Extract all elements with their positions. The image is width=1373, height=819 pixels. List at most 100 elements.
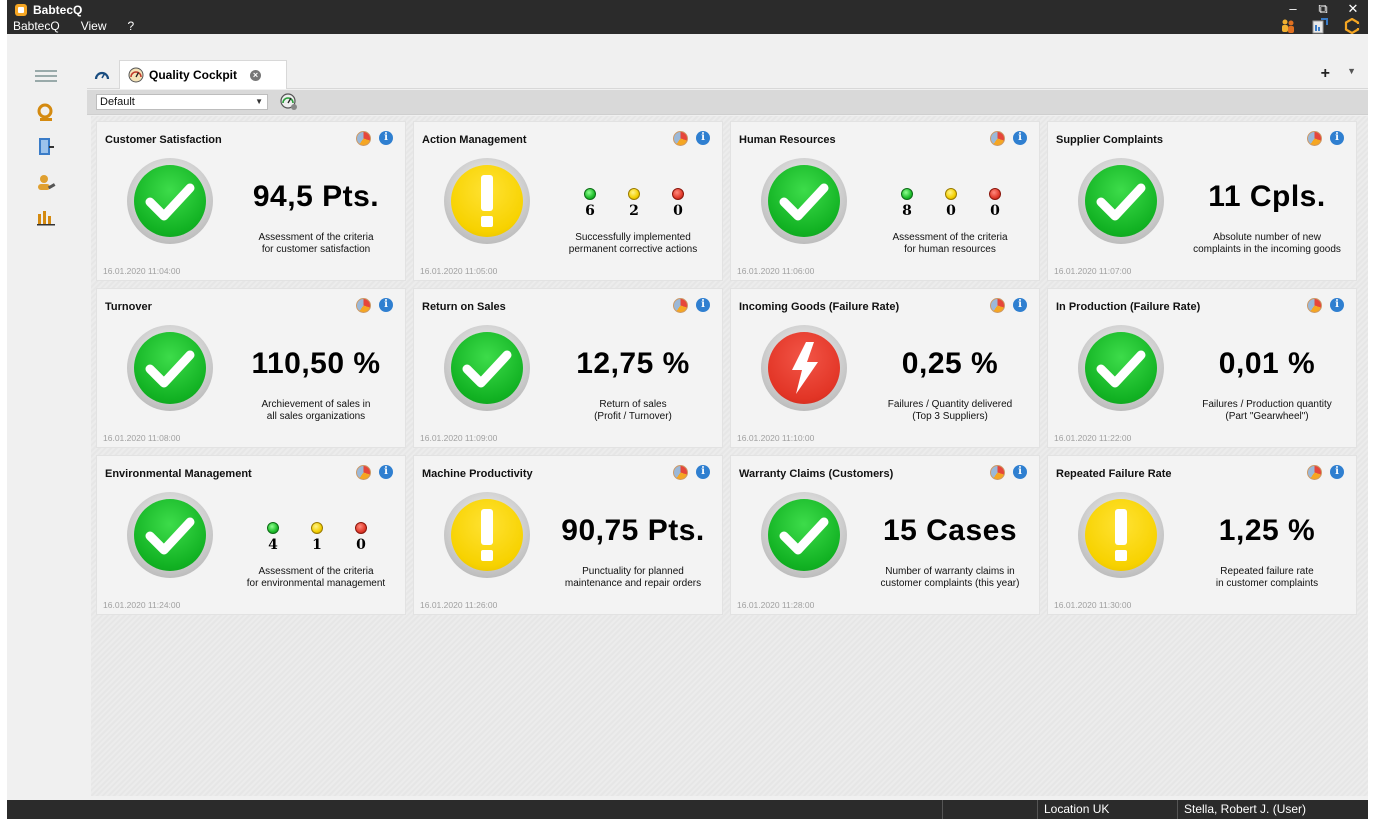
tile-title: Return on Sales (422, 301, 506, 313)
info-icon[interactable]: i (1330, 465, 1344, 479)
top-right-icons (1278, 18, 1362, 34)
status-indicator-ok (444, 325, 530, 411)
kpi-value: 110,50 % (251, 347, 381, 380)
info-icon[interactable]: i (379, 131, 393, 145)
pie-chart-icon[interactable] (1307, 131, 1322, 146)
pie-chart-icon[interactable] (990, 131, 1005, 146)
tile-description-line: for customer satisfaction (261, 244, 371, 255)
kpi-tile[interactable]: Turnover i 110,50 % Archievement of sales… (96, 288, 406, 448)
status-indicator-ok (1078, 325, 1164, 411)
kpi-tile[interactable]: Action Management i 6 2 0 Successfully i… (413, 121, 723, 281)
minimize-button[interactable]: – (1278, 0, 1308, 18)
green-dot-icon (901, 188, 913, 200)
kpi-tile[interactable]: In Production (Failure Rate) i 0,01 % Fai… (1047, 288, 1357, 448)
pie-chart-icon[interactable] (990, 465, 1005, 480)
tile-timestamp: 16.01.2020 11:28:00 (737, 600, 815, 610)
view-select[interactable]: Default ▼ (96, 94, 268, 110)
tile-timestamp: 16.01.2020 11:06:00 (737, 266, 815, 276)
kpi-value: 1,25 % (1218, 514, 1316, 547)
info-icon[interactable]: i (1330, 298, 1344, 312)
kpi-value: 0,25 % (901, 347, 999, 380)
user-edit-icon[interactable] (35, 172, 57, 194)
info-icon[interactable]: i (379, 465, 393, 479)
tile-actions: i (1307, 131, 1344, 146)
tab-close-icon[interactable]: × (250, 69, 262, 81)
cockpit-settings-icon[interactable] (280, 93, 298, 111)
kpi-tile[interactable]: Warranty Claims (Customers) i 15 Cases Nu… (730, 455, 1040, 615)
red-dot-icon (355, 522, 367, 534)
tile-title: Action Management (422, 134, 527, 146)
tile-description-line: for environmental management (246, 578, 386, 589)
pie-chart-icon[interactable] (673, 131, 688, 146)
menu-bar: BabtecQ View ? (10, 19, 152, 34)
kpi-tile[interactable]: Customer Satisfaction i 94,5 Pts. Assessm… (96, 121, 406, 281)
kpi-tile[interactable]: Incoming Goods (Failure Rate) i 0,25 % Fa… (730, 288, 1040, 448)
tab-quality-cockpit[interactable]: Quality Cockpit × (119, 60, 287, 89)
restore-button[interactable]: ⧉ (1308, 0, 1338, 18)
kpi-tile[interactable]: Repeated Failure Rate i 1,25 % Repeated f… (1047, 455, 1357, 615)
tile-description: Assessment of the criteria for human reso… (861, 232, 1039, 256)
bar-chart-icon[interactable] (35, 206, 57, 228)
kpi-tile[interactable]: Return on Sales i 12,75 % Return of sales… (413, 288, 723, 448)
checkmark-icon (451, 332, 523, 404)
info-icon[interactable]: i (696, 465, 710, 479)
green-dot-icon (584, 188, 596, 200)
yellow-count: 2 (629, 203, 639, 219)
tile-title: Turnover (105, 301, 152, 313)
info-icon[interactable]: i (696, 298, 710, 312)
tile-description-line: Number of warranty claims in (885, 566, 1015, 577)
red-count: 0 (673, 203, 683, 219)
tile-actions: i (1307, 298, 1344, 313)
info-icon[interactable]: i (1330, 131, 1344, 145)
kpi-tile[interactable]: Supplier Complaints i 11 Cpls. Absolute n… (1047, 121, 1357, 281)
pie-chart-icon[interactable] (356, 131, 371, 146)
info-icon[interactable]: i (1013, 298, 1027, 312)
status-indicator-warn (444, 492, 530, 578)
green-count: 8 (902, 203, 912, 219)
babtec-brand-icon[interactable] (1342, 18, 1362, 34)
red-dot-icon (989, 188, 1001, 200)
tile-title: Supplier Complaints (1056, 134, 1163, 146)
info-icon[interactable]: i (696, 131, 710, 145)
tile-actions: i (356, 465, 393, 480)
tile-timestamp: 16.01.2020 11:22:00 (1054, 433, 1132, 443)
tile-description-line: all sales organizations (266, 411, 366, 422)
kpi-tile[interactable]: Machine Productivity i 90,75 Pts. Punctua… (413, 455, 723, 615)
pie-chart-icon[interactable] (356, 298, 371, 313)
add-tab-button[interactable]: + (1321, 65, 1330, 83)
tile-description-line: in customer complaints (1215, 578, 1319, 589)
users-icon[interactable] (1278, 18, 1298, 34)
tile-title: Repeated Failure Rate (1056, 468, 1172, 480)
close-button[interactable]: ✕ (1338, 0, 1368, 18)
menu-view[interactable]: View (78, 19, 113, 34)
pie-chart-icon[interactable] (356, 465, 371, 480)
info-icon[interactable]: i (379, 298, 393, 312)
view-select-value: Default (100, 96, 135, 108)
exclamation-icon (1085, 499, 1157, 571)
kpi-tile[interactable]: Environmental Management i 4 1 0 Assessm… (96, 455, 406, 615)
tile-description-line: (Part "Gearwheel") (1225, 411, 1309, 422)
dashboard-home-icon[interactable] (91, 63, 113, 85)
tab-list-chevron-icon[interactable]: ▼ (1347, 66, 1356, 76)
pie-chart-icon[interactable] (673, 298, 688, 313)
info-icon[interactable]: i (1013, 131, 1027, 145)
kpi-tile[interactable]: Human Resources i 8 0 0 Assessment of th… (730, 121, 1040, 281)
kpi-value: 0,01 % (1218, 347, 1316, 380)
pie-chart-icon[interactable] (1307, 465, 1322, 480)
title-bar: BabtecQ BabtecQ View ? – ⧉ ✕ (7, 0, 1368, 34)
pie-chart-icon[interactable] (673, 465, 688, 480)
menu-help[interactable]: ? (125, 19, 141, 34)
pie-chart-icon[interactable] (1307, 298, 1322, 313)
export-icon[interactable] (1310, 18, 1330, 34)
hamburger-menu-icon[interactable] (35, 70, 57, 82)
document-exit-icon[interactable] (35, 136, 57, 158)
menu-babtecq[interactable]: BabtecQ (10, 19, 66, 34)
pie-chart-icon[interactable] (990, 298, 1005, 313)
quality-search-icon[interactable] (35, 102, 57, 124)
tile-timestamp: 16.01.2020 11:26:00 (420, 600, 498, 610)
window-controls: – ⧉ ✕ (1278, 0, 1368, 18)
checkmark-icon (134, 165, 206, 237)
tile-actions: i (990, 465, 1027, 480)
tile-description: Archievement of sales in all sales organi… (227, 399, 405, 423)
info-icon[interactable]: i (1013, 465, 1027, 479)
